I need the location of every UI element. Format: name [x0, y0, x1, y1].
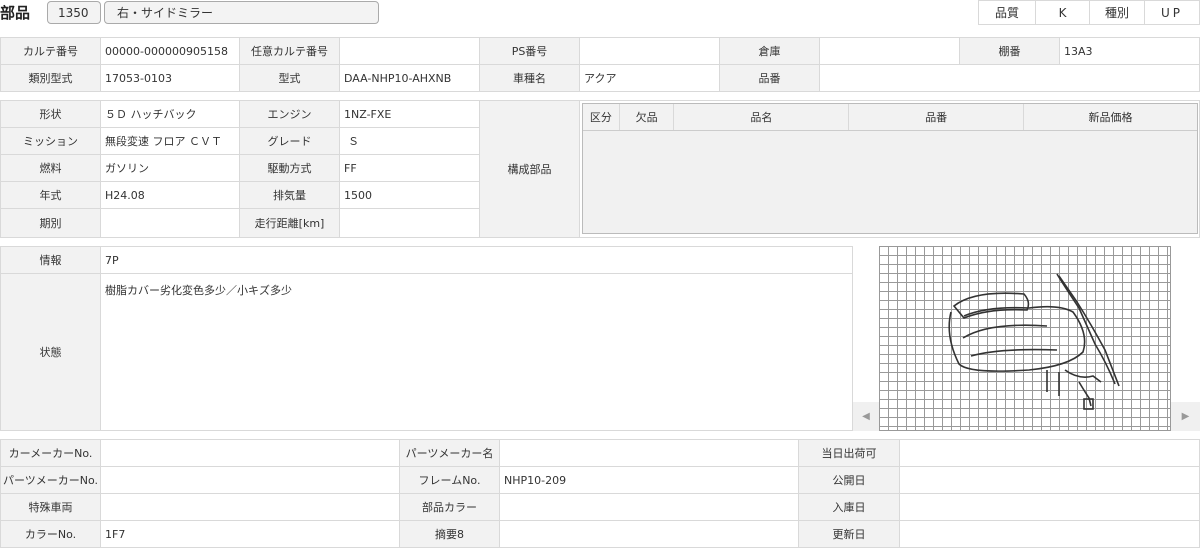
- part-code-field[interactable]: 1350: [47, 1, 101, 24]
- engine-label: エンジン: [239, 100, 340, 128]
- class-model-value: 17053-0103: [100, 64, 240, 92]
- displacement-value: 1500: [339, 181, 480, 209]
- same-day-value: [899, 439, 1200, 467]
- col-price: 新品価格: [1024, 104, 1197, 130]
- ps-no-label: PS番号: [479, 37, 580, 65]
- any-karte-value: [339, 37, 480, 65]
- parts-maker-no-value: [100, 466, 400, 494]
- period-value: [100, 208, 240, 238]
- car-maker-no-value: [100, 439, 400, 467]
- displacement-label: 排気量: [239, 181, 340, 209]
- stock-date-value: [899, 493, 1200, 521]
- warehouse-label: 倉庫: [719, 37, 820, 65]
- period-label: 期別: [0, 208, 101, 238]
- shape-value: ５Ｄ ハッチバック: [100, 100, 240, 128]
- image-next-button[interactable]: ▶: [1171, 402, 1200, 431]
- class-model-label: 類別型式: [0, 64, 101, 92]
- model-label: 型式: [239, 64, 340, 92]
- col-hinmei: 品名: [674, 104, 850, 130]
- car-name-value: アクア: [579, 64, 720, 92]
- components-label: 構成部品: [479, 100, 580, 238]
- fuel-value: ガソリン: [100, 154, 240, 182]
- col-hinban: 品番: [849, 104, 1025, 130]
- quality-label: 品質: [978, 0, 1036, 25]
- grade-value: Ｓ: [339, 127, 480, 155]
- quality-value: K: [1035, 0, 1090, 25]
- mission-label: ミッション: [0, 127, 101, 155]
- year-value: H24.08: [100, 181, 240, 209]
- any-karte-label: 任意カルテ番号: [239, 37, 340, 65]
- page-title: 部品: [0, 4, 31, 22]
- publish-date-value: [899, 466, 1200, 494]
- karte-no-label: カルテ番号: [0, 37, 101, 65]
- warehouse-value: [819, 37, 960, 65]
- summary-value: [499, 520, 799, 548]
- car-maker-no-label: カーメーカーNo.: [0, 439, 101, 467]
- condition-value: 樹脂カバー劣化変色多少／小キズ多少: [100, 273, 853, 431]
- ps-no-value: [579, 37, 720, 65]
- part-no-label: 品番: [719, 64, 820, 92]
- mission-value: 無段変速 フロア ＣＶＴ: [100, 127, 240, 155]
- condition-label: 状態: [0, 273, 101, 431]
- publish-date-label: 公開日: [798, 466, 900, 494]
- year-label: 年式: [0, 181, 101, 209]
- info-label: 情報: [0, 246, 101, 274]
- part-image[interactable]: [879, 246, 1171, 431]
- col-kubun: 区分: [583, 104, 620, 130]
- special-vehicle-value: [100, 493, 400, 521]
- model-value: DAA-NHP10-AHXNB: [339, 64, 480, 92]
- mileage-value: [339, 208, 480, 238]
- fuel-label: 燃料: [0, 154, 101, 182]
- shelf-value: 13A3: [1059, 37, 1200, 65]
- drive-value: FF: [339, 154, 480, 182]
- components-header-row: 区分 欠品 品名 品番 新品価格: [583, 104, 1197, 131]
- color-no-label: カラーNo.: [0, 520, 101, 548]
- frame-no-label: フレームNo.: [399, 466, 500, 494]
- grade-label: グレード: [239, 127, 340, 155]
- col-ketsuhin: 欠品: [619, 104, 675, 130]
- frame-no-value: NHP10-209: [499, 466, 799, 494]
- type-value: UP: [1144, 0, 1200, 25]
- parts-maker-name-label: パーツメーカー名: [399, 439, 500, 467]
- update-date-label: 更新日: [798, 520, 900, 548]
- shape-label: 形状: [0, 100, 101, 128]
- update-date-value: [899, 520, 1200, 548]
- special-vehicle-label: 特殊車両: [0, 493, 101, 521]
- shelf-label: 棚番: [959, 37, 1060, 65]
- engine-value: 1NZ-FXE: [339, 100, 480, 128]
- parts-maker-name-value: [499, 439, 799, 467]
- components-table-body[interactable]: 区分 欠品 品名 品番 新品価格: [582, 103, 1198, 234]
- image-prev-button[interactable]: ◀: [853, 402, 879, 431]
- part-no-value: [819, 64, 1200, 92]
- mileage-label: 走行距離[km]: [239, 208, 340, 238]
- side-mirror-icon: [948, 273, 1120, 410]
- drive-label: 駆動方式: [239, 154, 340, 182]
- image-viewer: ◀ ▶: [853, 246, 1200, 431]
- same-day-label: 当日出荷可: [798, 439, 900, 467]
- part-color-label: 部品カラー: [399, 493, 500, 521]
- part-color-value: [499, 493, 799, 521]
- color-no-value: 1F7: [100, 520, 400, 548]
- components-table: 区分 欠品 品名 品番 新品価格: [579, 100, 1200, 238]
- part-name-field[interactable]: 右・サイドミラー: [104, 1, 379, 24]
- parts-maker-no-label: パーツメーカーNo.: [0, 466, 101, 494]
- car-name-label: 車種名: [479, 64, 580, 92]
- karte-no-value: 00000-000000905158: [100, 37, 240, 65]
- info-value: 7P: [100, 246, 853, 274]
- summary-label: 摘要8: [399, 520, 500, 548]
- type-label: 種別: [1089, 0, 1145, 25]
- stock-date-label: 入庫日: [798, 493, 900, 521]
